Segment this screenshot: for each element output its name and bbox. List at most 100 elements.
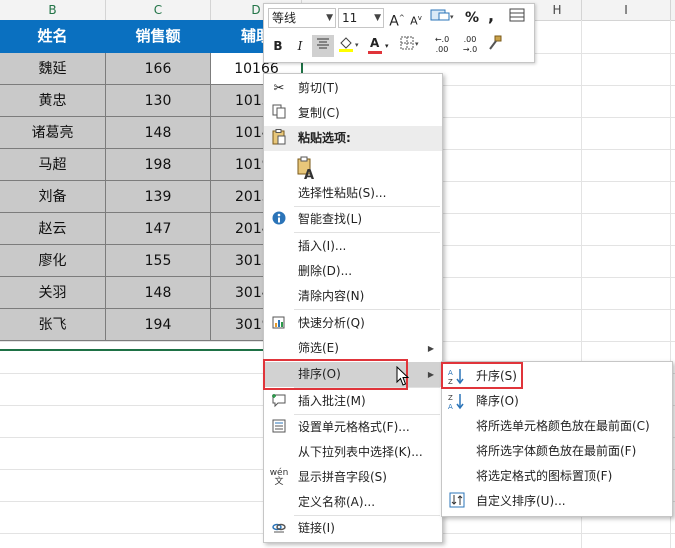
context-menu: ✂ 剪切(T) 复制(C) 粘贴选项: A 选择性粘贴(S)... 智能查找(L… (263, 73, 443, 543)
menu-item-label: 智能查找(L) (298, 212, 363, 226)
column-header-c[interactable]: C (106, 0, 211, 20)
font-size-combo[interactable]: 11 ▼ (338, 8, 384, 28)
menu-item-cut[interactable]: ✂ 剪切(T) (264, 76, 442, 101)
svg-text:A: A (304, 168, 314, 180)
cell-name[interactable]: 张飞 (0, 309, 106, 341)
submenu-item-cell-color-top[interactable]: 将所选单元格颜色放在最前面(C) (442, 414, 672, 439)
custom-sort-icon (447, 492, 467, 511)
submenu-item-label: 升序(S) (476, 369, 517, 383)
svg-text:A: A (448, 403, 453, 410)
cell-sales[interactable]: 148 (106, 117, 211, 149)
borders-button[interactable]: ▾ (398, 35, 424, 57)
chevron-down-icon: ▾ (385, 42, 389, 50)
italic-button[interactable]: I (290, 35, 310, 57)
menu-item-phonetic[interactable]: wén 文 显示拼音字段(S) (264, 465, 442, 490)
comma-button[interactable]: , (484, 5, 498, 27)
format-painter-button[interactable] (484, 35, 506, 57)
cell-sales[interactable]: 130 (106, 85, 211, 117)
chevron-down-icon: ▼ (374, 13, 381, 23)
menu-item-paste-special[interactable]: 选择性粘贴(S)... (264, 181, 442, 206)
table-format-icon (509, 8, 525, 22)
font-name-combo[interactable]: 等线 ▼ (268, 8, 336, 28)
clipboard-icon (269, 129, 289, 148)
column-header-b[interactable]: B (0, 0, 106, 20)
menu-item-insert[interactable]: 插入(I)... (264, 234, 442, 259)
menu-item-label: 链接(I) (298, 521, 335, 535)
cell-name[interactable]: 马超 (0, 149, 106, 181)
submenu-item-font-color-top[interactable]: 将所选字体颜色放在最前面(F) (442, 439, 672, 464)
comment-icon (269, 392, 289, 411)
paste-values-button[interactable]: A (264, 152, 442, 183)
increase-font-button[interactable]: A^ (388, 7, 406, 30)
column-header-h[interactable]: H (533, 0, 582, 20)
bold-button[interactable]: B (268, 35, 288, 57)
submenu-item-ascending[interactable]: AZ 升序(S) (442, 364, 672, 389)
font-color-button[interactable]: A ▾ (366, 35, 394, 57)
format-painter-table-button[interactable] (506, 7, 528, 29)
menu-item-insert-comment[interactable]: 插入批注(M) (264, 389, 442, 414)
menu-item-label: 插入批注(M) (298, 394, 366, 408)
menu-item-define-name[interactable]: 定义名称(A)... (264, 490, 442, 515)
menu-item-quick-analysis[interactable]: 快速分析(Q) (264, 311, 442, 336)
submenu-item-descending[interactable]: ZA 降序(O) (442, 389, 672, 414)
menu-item-sort[interactable]: 排序(O) ▶ (264, 362, 442, 387)
menu-item-label: 粘贴选项: (298, 131, 351, 145)
menu-item-label: 显示拼音字段(S) (298, 470, 387, 484)
cell-sales[interactable]: 139 (106, 181, 211, 213)
font-size-value: 11 (342, 11, 358, 25)
menu-item-label: 选择性粘贴(S)... (298, 186, 387, 200)
number-format-button[interactable]: ▾ (429, 7, 457, 29)
menu-item-delete[interactable]: 删除(D)... (264, 259, 442, 284)
increase-font-label: A (389, 13, 399, 30)
header-name[interactable]: 姓名 (0, 20, 105, 53)
mouse-cursor-icon (396, 366, 410, 386)
decrease-decimal-button[interactable]: .00 →.0 (458, 35, 482, 57)
submenu-item-label: 将选定格式的图标置顶(F) (476, 469, 613, 483)
cell-name[interactable]: 关羽 (0, 277, 106, 309)
copy-icon (269, 104, 289, 123)
svg-text:Z: Z (448, 394, 453, 402)
cell-name[interactable]: 刘备 (0, 181, 106, 213)
menu-item-pick-from-list[interactable]: 从下拉列表中选择(K)... (264, 440, 442, 465)
submenu-item-custom-sort[interactable]: 自定义排序(U)... (442, 489, 672, 514)
cell-sales[interactable]: 147 (106, 213, 211, 245)
menu-item-label: 排序(O) (298, 367, 341, 381)
menu-item-smart-lookup[interactable]: 智能查找(L) (264, 207, 442, 232)
selection-border-bottom (0, 349, 302, 351)
menu-item-format-cells[interactable]: 设置单元格格式(F)... (264, 415, 442, 440)
align-center-button[interactable] (312, 35, 334, 57)
table-header-row: 姓名 销售额 辅助 (0, 20, 302, 53)
fill-color-button[interactable]: ▾ (336, 35, 364, 57)
column-header-i[interactable]: I (582, 0, 671, 20)
cell-name[interactable]: 诸葛亮 (0, 117, 106, 149)
menu-item-label: 快速分析(Q) (298, 316, 365, 330)
cell-sales[interactable]: 198 (106, 149, 211, 181)
borders-icon: ▾ (400, 36, 419, 50)
paste-options-header: 粘贴选项: (264, 126, 442, 151)
menu-item-copy[interactable]: 复制(C) (264, 101, 442, 126)
cell-name[interactable]: 黄忠 (0, 85, 106, 117)
cell-name[interactable]: 廖化 (0, 245, 106, 277)
menu-item-link[interactable]: 链接(I) (264, 516, 442, 541)
submenu-item-label: 降序(O) (476, 394, 519, 408)
cell-sales[interactable]: 166 (106, 53, 211, 85)
submenu-item-icon-top[interactable]: 将选定格式的图标置顶(F) (442, 464, 672, 489)
increase-decimal-button[interactable]: ←.0 .00 (430, 35, 454, 57)
decrease-decimal-label: .00 →.0 (462, 35, 478, 54)
svg-text:▾: ▾ (450, 13, 454, 21)
submenu-arrow-icon: ▶ (427, 370, 434, 379)
cell-name[interactable]: 魏延 (0, 53, 106, 85)
svg-text:▾: ▾ (355, 41, 359, 49)
decrease-font-button[interactable]: Av (407, 7, 425, 29)
cell-sales[interactable]: 194 (106, 309, 211, 341)
cell-sales[interactable]: 155 (106, 245, 211, 277)
header-sales[interactable]: 销售额 (106, 20, 210, 53)
percent-button[interactable]: % (464, 7, 480, 29)
cell-sales[interactable]: 148 (106, 277, 211, 309)
menu-item-label: 从下拉列表中选择(K)... (298, 445, 423, 459)
svg-text:A: A (448, 369, 453, 377)
menu-item-filter[interactable]: 筛选(E) ▶ (264, 336, 442, 361)
menu-item-clear-contents[interactable]: 清除内容(N) (264, 284, 442, 309)
cell-name[interactable]: 赵云 (0, 213, 106, 245)
mini-toolbar: 等线 ▼ 11 ▼ A^ Av ▾ % , B I ▾ A ▾ ▾ ←.0 .0… (263, 3, 535, 63)
